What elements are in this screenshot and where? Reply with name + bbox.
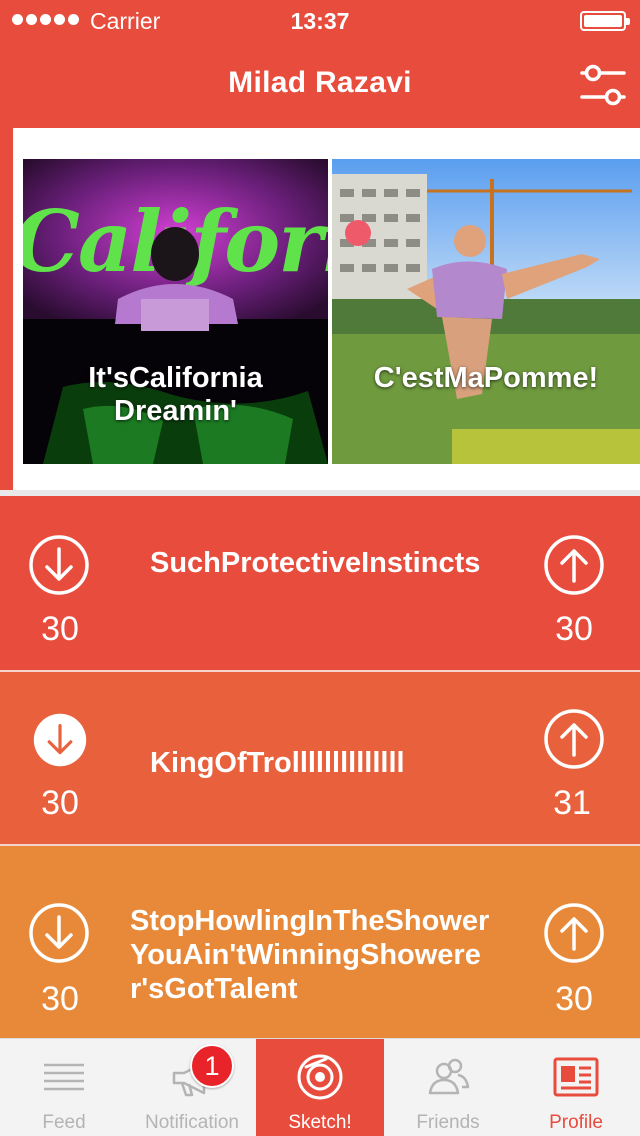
downvote-button[interactable]	[28, 534, 90, 596]
post-row[interactable]: 30 SuchProtectiveInstincts 30	[0, 496, 640, 670]
tab-feed[interactable]: Feed	[0, 1039, 128, 1136]
featured-title: C'estMaPomme!	[373, 362, 599, 394]
upvote-count: 30	[555, 610, 593, 648]
battery-icon	[580, 11, 630, 31]
tab-label: Feed	[42, 1112, 86, 1133]
sliders-icon[interactable]	[580, 60, 626, 110]
tab-label: Friends	[416, 1112, 480, 1133]
featured-title: It'sCalifornia Dreamin'	[88, 362, 263, 427]
post-title: SuchProtectiveInstincts	[150, 547, 481, 579]
featured-card-pomme[interactable]: C'estMaPomme!	[332, 159, 640, 464]
tab-label: Sketch!	[288, 1112, 352, 1133]
navigation-bar: Carrier 13:37 Milad Razavi	[0, 0, 640, 128]
tab-label: Notification	[145, 1112, 239, 1133]
downvote-count: 30	[41, 980, 79, 1018]
upvote-button[interactable]	[543, 902, 605, 964]
downvote-button[interactable]	[28, 902, 90, 964]
featured-strip: Californi It'sCalifornia Dreamin'	[0, 128, 640, 494]
post-row[interactable]: 30 StopHowlingInTheShowerYouAin'tWinning…	[0, 846, 640, 1038]
upvote-button[interactable]	[543, 708, 605, 770]
list-icon	[44, 1063, 84, 1091]
pomme-photo	[332, 159, 640, 464]
post-title: KingOfTrollllllllllllll	[150, 747, 405, 779]
tab-sketch[interactable]: Sketch!	[256, 1039, 384, 1136]
upvote-count: 31	[553, 784, 591, 822]
featured-accent-bar	[0, 128, 13, 494]
notification-badge: 1	[190, 1044, 234, 1088]
downvote-button[interactable]	[32, 712, 88, 768]
page-title: Milad Razavi	[228, 66, 412, 99]
upvote-button[interactable]	[543, 534, 605, 596]
status-bar: Carrier 13:37	[0, 0, 640, 40]
downvote-count: 30	[41, 784, 79, 822]
featured-card-california[interactable]: Californi It'sCalifornia Dreamin'	[23, 159, 328, 464]
tab-notification[interactable]: Notification	[128, 1039, 256, 1136]
tab-label: Profile	[549, 1112, 603, 1133]
people-icon	[428, 1058, 470, 1095]
camera-icon	[297, 1054, 343, 1100]
post-title: StopHowlingInTheShowerYouAin'tWinningSho…	[130, 905, 490, 1005]
post-row[interactable]: 30 KingOfTrollllllllllllll 31	[0, 672, 640, 844]
status-time: 13:37	[290, 8, 350, 34]
tab-friends[interactable]: Friends	[384, 1039, 512, 1136]
newspaper-icon	[553, 1057, 599, 1097]
tab-bar: Feed Notification Sketch! Friends Profil…	[0, 1038, 640, 1136]
upvote-count: 30	[555, 980, 593, 1018]
tab-profile[interactable]: Profile	[512, 1039, 640, 1136]
downvote-count: 30	[41, 610, 79, 648]
